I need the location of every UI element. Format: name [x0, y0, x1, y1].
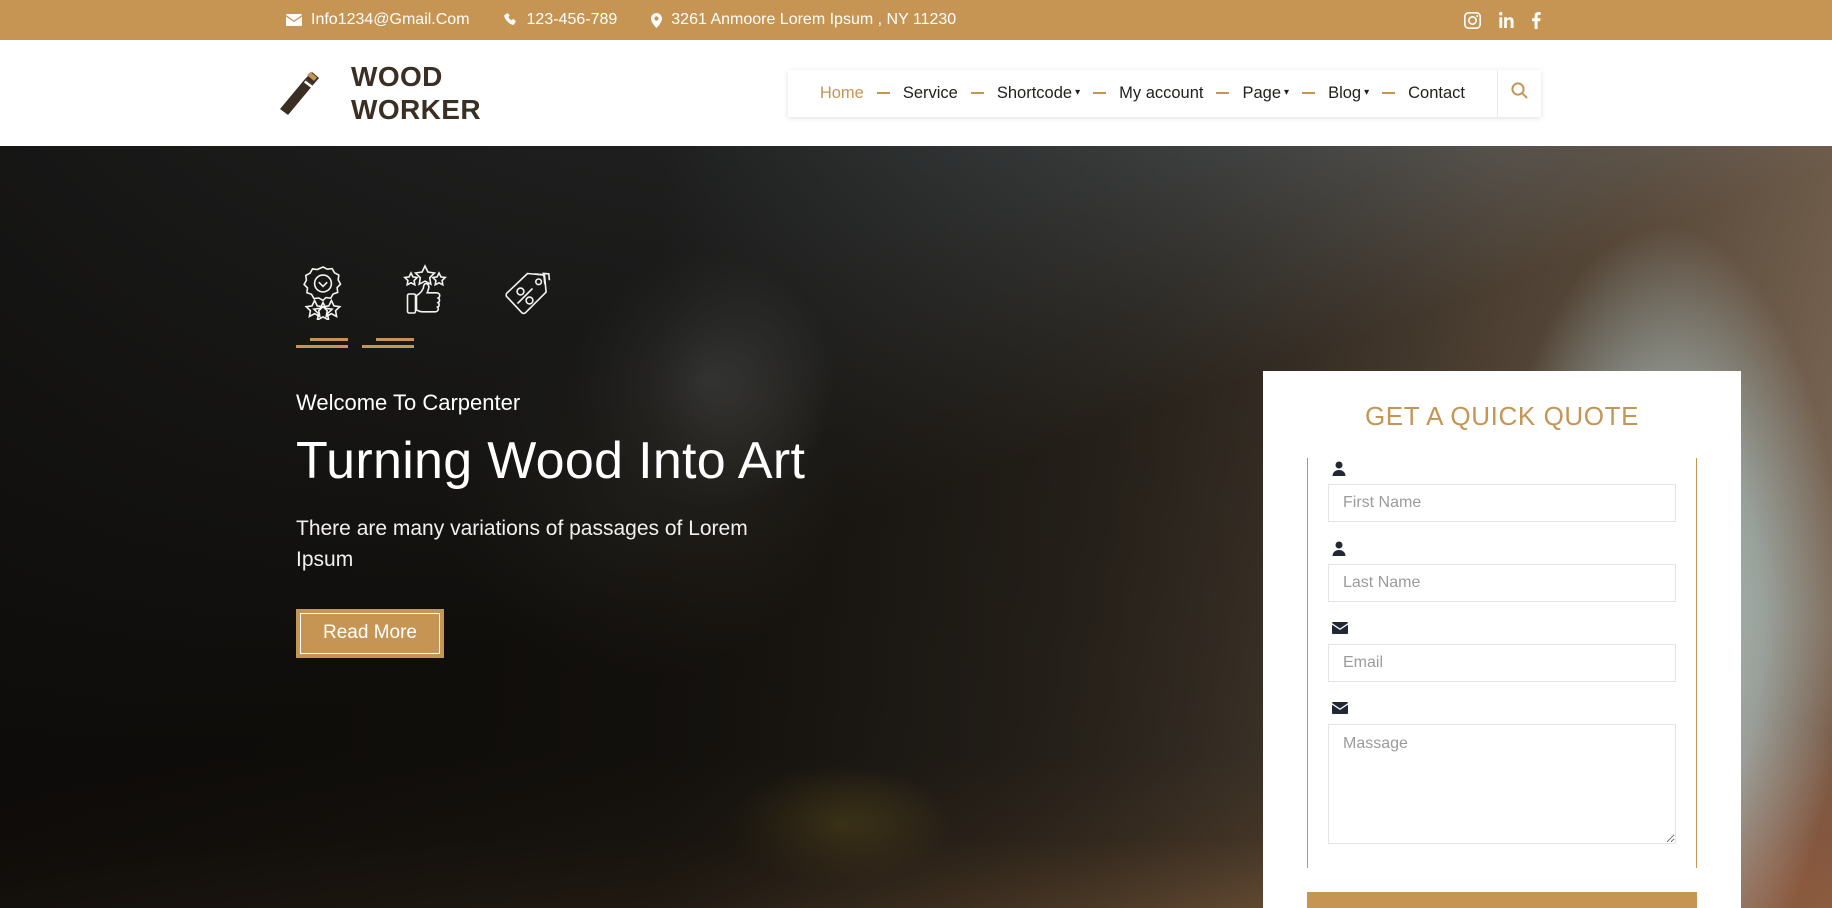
hero-divider-dashes: [296, 338, 806, 352]
field-email: [1328, 618, 1676, 682]
hero-welcome-text: Welcome To Carpenter: [296, 390, 521, 415]
logo-line-1: WOOD: [351, 60, 443, 92]
email-input[interactable]: [1328, 644, 1676, 682]
user-icon: [1328, 458, 1676, 478]
envelope-icon: [1328, 698, 1676, 718]
last-name-input[interactable]: [1328, 564, 1676, 602]
thumbs-up-stars-icon: [400, 264, 450, 320]
phone-icon: [503, 13, 518, 27]
nav-item-label: Service: [902, 83, 958, 102]
nav-item-label: Blog: [1328, 83, 1362, 102]
linkedin-icon[interactable]: [1498, 12, 1514, 28]
search-button[interactable]: [1497, 69, 1541, 117]
location-pin-icon: [651, 12, 663, 28]
envelope-icon: [1328, 618, 1676, 638]
chevron-down-icon: ▾: [1075, 87, 1081, 98]
contact-phone-text: 123-456-789: [526, 11, 618, 28]
nav-item-label: Shortcode: [996, 83, 1073, 102]
nav-item-service[interactable]: Service: [893, 84, 968, 103]
quote-form-title: GET A QUICK QUOTE: [1364, 401, 1640, 431]
nav-separator: [970, 92, 984, 94]
nav-item-home[interactable]: Home: [810, 84, 874, 103]
nav-items: Home Service Shortcode ▾ My account Page ▾ Blog…: [788, 70, 1497, 117]
read-more-button[interactable]: Read More: [296, 609, 444, 659]
nav-separator: [1382, 92, 1396, 94]
chevron-down-icon: ▾: [1364, 87, 1370, 98]
field-first-name: [1328, 458, 1676, 522]
read-more-label: Read More: [300, 613, 440, 655]
chevron-down-icon: ▾: [1284, 87, 1290, 98]
first-name-input[interactable]: [1328, 484, 1676, 522]
social-links: [1464, 11, 1541, 29]
hero-title: Turning Wood Into Art: [296, 432, 806, 490]
nav-item-label: Page: [1242, 83, 1282, 102]
facebook-icon[interactable]: [1531, 11, 1541, 29]
quote-form-fields: [1307, 458, 1697, 868]
topbar: Info1234@Gmail.Com 123-456-789 3261 Anmo…: [0, 0, 1832, 40]
hero-feature-icons: [296, 264, 806, 320]
nav-item-label: My account: [1119, 83, 1204, 102]
main-navigation: Home Service Shortcode ▾ My account Page ▾ Blog…: [787, 69, 1541, 117]
logo-text: WOOD WORKER: [351, 60, 481, 126]
dash-pair-2: [362, 338, 414, 352]
search-icon: [1511, 82, 1528, 104]
hero-subtitle: There are many variations of passages of…: [296, 517, 748, 571]
nav-separator: [876, 92, 890, 94]
user-icon: [1328, 538, 1676, 558]
site-header: WOOD WORKER Home Service Shortcode ▾ My acco…: [0, 40, 1832, 146]
nav-separator: [1302, 92, 1316, 94]
field-message: [1328, 698, 1676, 844]
nav-separator: [1216, 92, 1230, 94]
dash-pair-1: [296, 338, 348, 352]
nav-item-label: Home: [819, 83, 864, 102]
nav-separator: [1093, 92, 1107, 94]
logo[interactable]: WOOD WORKER: [272, 60, 481, 126]
topbar-contacts: Info1234@Gmail.Com 123-456-789 3261 Anmo…: [286, 11, 956, 29]
nav-item-my-account[interactable]: My account: [1109, 84, 1213, 103]
quick-quote-form: GET A QUICK QUOTE Send: [1263, 371, 1741, 908]
handsaw-icon: [280, 72, 319, 115]
contact-phone[interactable]: 123-456-789: [503, 11, 618, 29]
discount-tag-icon: [500, 264, 556, 320]
nav-item-page[interactable]: Page ▾: [1232, 84, 1299, 103]
envelope-icon: [286, 14, 302, 26]
nav-item-shortcode[interactable]: Shortcode ▾: [987, 84, 1090, 103]
send-button[interactable]: Send: [1307, 892, 1697, 908]
field-last-name: [1328, 538, 1676, 602]
award-badge-icon: [296, 264, 350, 320]
logo-line-2: WORKER: [351, 94, 481, 125]
contact-address-text: 3261 Anmoore Lorem Ipsum , NY 11230: [671, 11, 957, 28]
hero-content: Welcome To Carpenter Turning Wood Into A…: [286, 264, 806, 659]
contact-address[interactable]: 3261 Anmoore Lorem Ipsum , NY 11230: [651, 11, 956, 29]
nav-item-blog[interactable]: Blog ▾: [1318, 84, 1379, 103]
hero-section: Welcome To Carpenter Turning Wood Into A…: [0, 146, 1832, 908]
instagram-icon[interactable]: [1464, 11, 1481, 29]
contact-email[interactable]: Info1234@Gmail.Com: [286, 11, 470, 29]
nav-item-contact[interactable]: Contact: [1398, 84, 1475, 103]
nav-item-label: Contact: [1408, 83, 1465, 102]
message-input[interactable]: [1328, 724, 1676, 844]
contact-email-text: Info1234@Gmail.Com: [311, 11, 470, 28]
